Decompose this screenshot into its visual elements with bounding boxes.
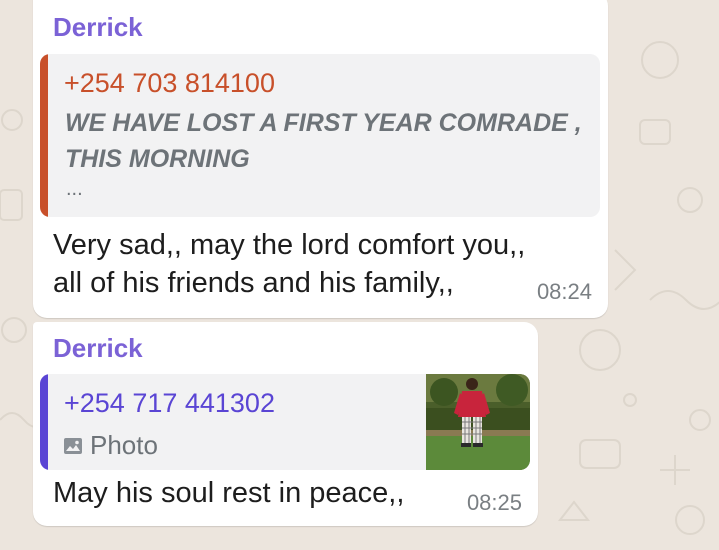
- quoted-message[interactable]: +254 703 814100 WE HAVE LOST A FIRST YEA…: [40, 54, 600, 217]
- message-text: May his soul rest in peace,,: [53, 477, 405, 509]
- message-timestamp: 08:25: [466, 490, 522, 515]
- quoted-message[interactable]: +254 717 441302 Photo: [40, 374, 530, 470]
- quote-accent-bar: [40, 54, 48, 217]
- quoted-more-indicator: ...: [66, 178, 83, 200]
- message-text: Very sad,, may the lord comfort you,, al…: [53, 229, 526, 299]
- media-label: Photo: [90, 430, 158, 460]
- message-timestamp: 08:24: [536, 279, 592, 304]
- quoted-sender: +254 703 814100: [64, 68, 275, 98]
- quoted-text: WE HAVE LOST A FIRST YEAR COMRADE , THIS…: [65, 109, 582, 173]
- message-bubble[interactable]: Derrick +254 717 441302 Photo May his so…: [33, 322, 538, 526]
- photo-icon: [64, 437, 82, 454]
- message-bubble[interactable]: Derrick +254 703 814100 WE HAVE LOST A F…: [33, 0, 608, 318]
- quoted-sender: +254 717 441302: [64, 388, 275, 418]
- photo-thumbnail[interactable]: [426, 374, 530, 470]
- sender-name[interactable]: Derrick: [53, 333, 143, 364]
- sender-name[interactable]: Derrick: [53, 12, 143, 43]
- quote-accent-bar: [40, 374, 48, 470]
